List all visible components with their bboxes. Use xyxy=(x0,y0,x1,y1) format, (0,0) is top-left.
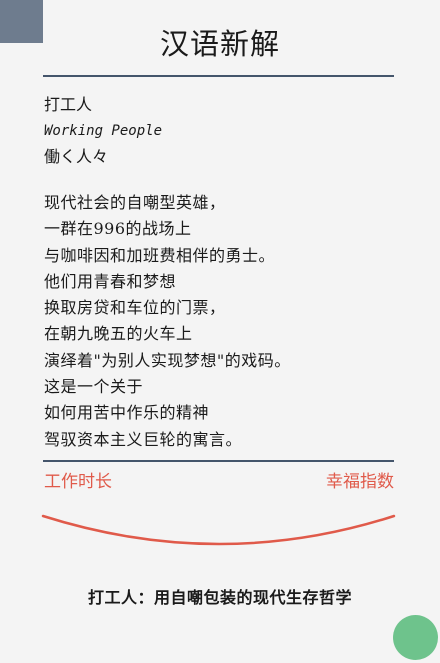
bottom-divider xyxy=(43,460,394,462)
corner-circle-decoration xyxy=(393,615,438,660)
entry-japanese: 働く人々 xyxy=(44,147,109,166)
entry-english: Working People xyxy=(44,123,163,139)
summary-caption: 打工人：用自嘲包装的现代生存哲学 xyxy=(87,588,352,607)
word-entry: 打工人 Working People 働く人々 xyxy=(44,92,394,170)
definition-line: 如何用苦中作乐的精神 xyxy=(44,403,210,423)
definition-line: 现代社会的自嘲型英雄， xyxy=(44,193,226,212)
graph-left-label: 工作时长 xyxy=(44,472,112,492)
tradeoff-curve xyxy=(41,514,396,546)
graph-right-label: 幸福指数 xyxy=(326,472,394,492)
definition-line: 这是一个关于 xyxy=(44,377,144,397)
definition-line: 演绎着"为别人实现梦想"的戏码。 xyxy=(44,350,291,370)
definition-line: 一群在996的战场上 xyxy=(44,219,192,239)
tradeoff-curve-line xyxy=(41,514,396,546)
definition-text: 现代社会的自嘲型英雄， 一群在996的战场上 与咖啡因和加班费相伴的勇士。 他们… xyxy=(44,190,394,453)
page-title: 汉语新解 xyxy=(159,27,280,61)
entry-word: 打工人 xyxy=(44,95,93,114)
definition-line: 驾驭资本主义巨轮的寓言。 xyxy=(44,429,243,449)
definition-line: 与咖啡因和加班费相伴的勇士。 xyxy=(44,245,276,265)
top-divider xyxy=(43,75,394,77)
definition-line: 在朝九晚五的火车上 xyxy=(44,324,193,344)
definition-line: 他们用青春和梦想 xyxy=(44,271,177,291)
definition-line: 换取房贷和车位的门票， xyxy=(44,298,226,318)
